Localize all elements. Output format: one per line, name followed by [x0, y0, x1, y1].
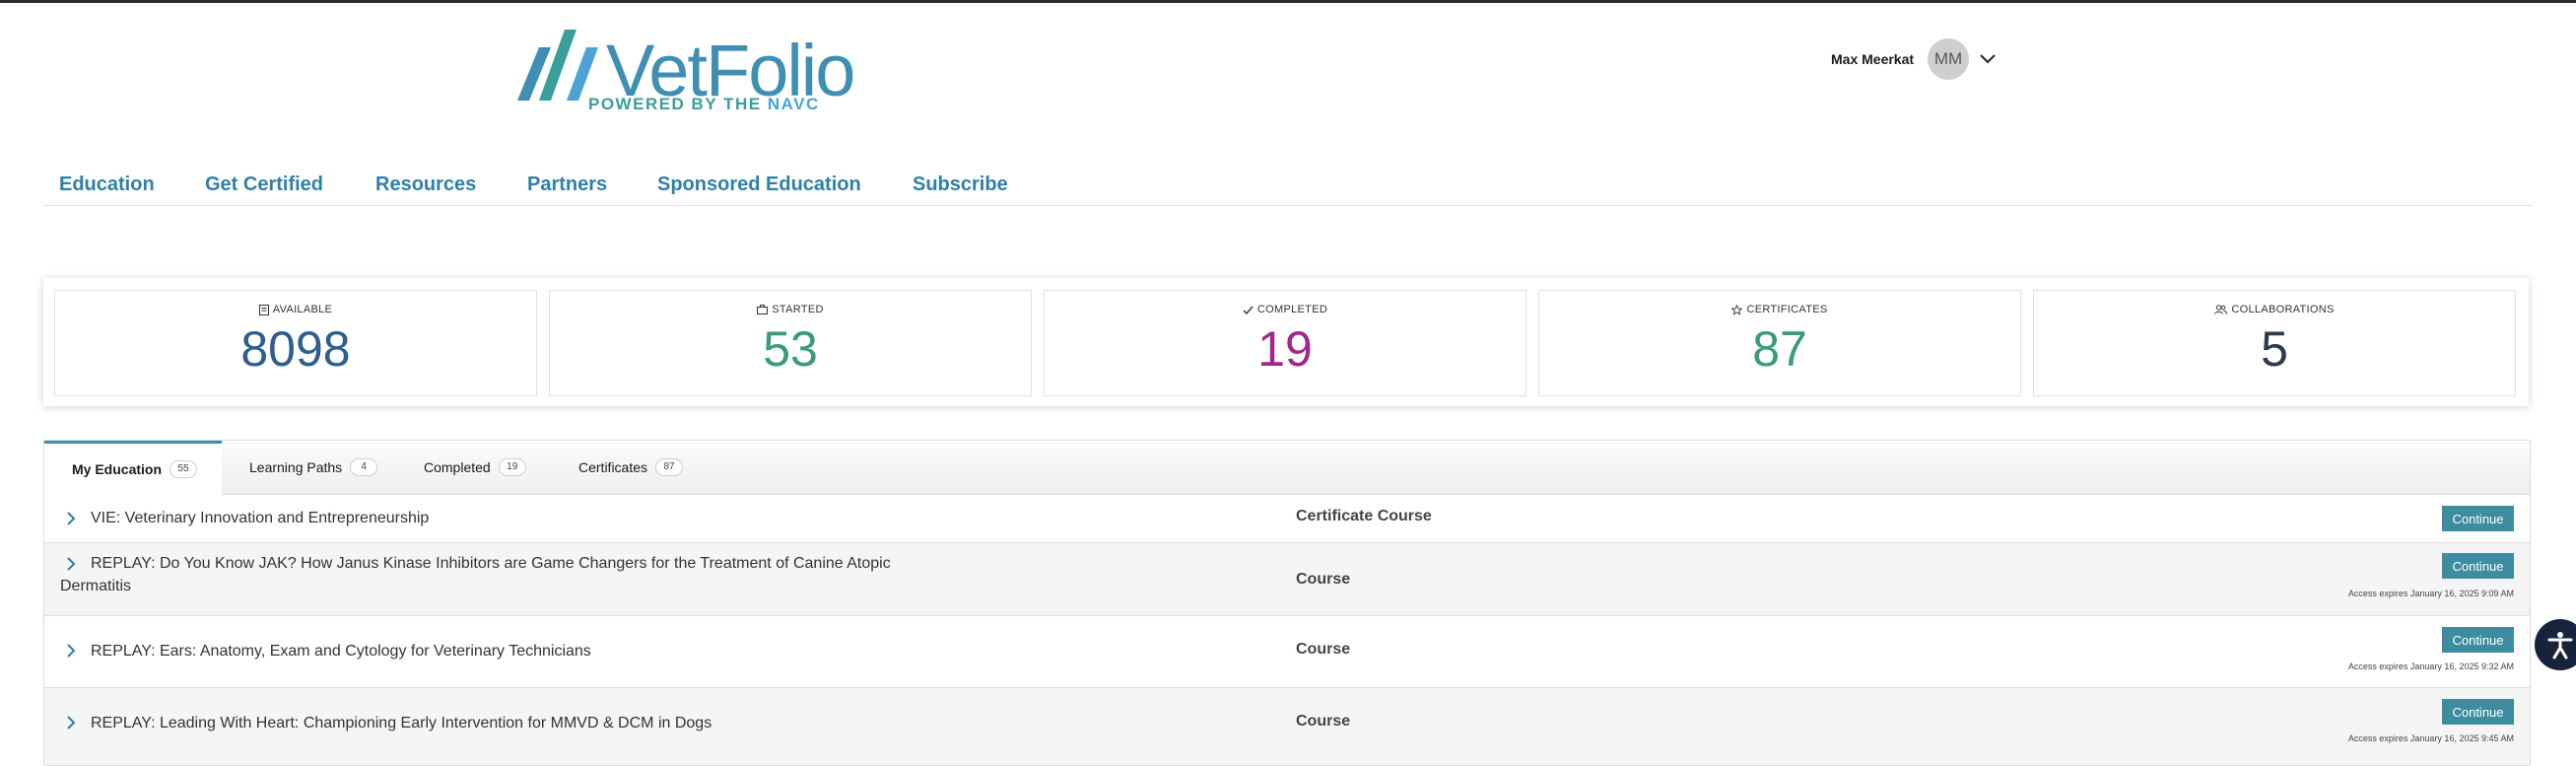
stat-started[interactable]: STARTED 53: [549, 290, 1032, 396]
continue-button[interactable]: Continue: [2442, 553, 2514, 579]
stat-label: STARTED: [772, 304, 824, 315]
stat-available[interactable]: AVAILABLE 8098: [54, 290, 537, 396]
chevron-right-icon[interactable]: [64, 512, 78, 525]
tab-count-badge: 87: [655, 458, 684, 476]
course-type: Course: [1296, 713, 1351, 730]
continue-button[interactable]: Continue: [2442, 506, 2514, 531]
access-expiry: Access expires January 16, 2025 9:09 AM: [2347, 589, 2514, 598]
chevron-right-icon[interactable]: [64, 716, 78, 730]
users-icon: [2214, 305, 2228, 314]
access-expiry: Access expires January 16, 2025 9:45 AM: [2347, 733, 2514, 743]
stat-completed[interactable]: COMPLETED 19: [1044, 290, 1526, 396]
tab-completed[interactable]: Completed 19: [424, 441, 526, 494]
access-expiry: Access expires January 16, 2025 9:32 AM: [2347, 662, 2514, 671]
tab-label: Learning Paths: [249, 459, 343, 475]
stat-label: COLLABORATIONS: [2231, 304, 2335, 315]
stat-value: 53: [763, 321, 818, 377]
logo-tagline: POWERED BY THE NAVC: [588, 95, 820, 114]
continue-button[interactable]: Continue: [2442, 627, 2514, 653]
tab-certificates[interactable]: Certificates 87: [578, 441, 684, 494]
tab-label: My Education: [72, 461, 163, 477]
stat-value: 19: [1257, 321, 1313, 377]
course-title[interactable]: VIE: Veterinary Innovation and Entrepren…: [91, 507, 429, 529]
top-border: [0, 0, 2576, 3]
nav-resources[interactable]: Resources: [375, 174, 476, 196]
course-row[interactable]: VIE: Veterinary Innovation and Entrepren…: [44, 494, 2530, 543]
course-row[interactable]: REPLAY: Do You Know JAK? How Janus Kinas…: [44, 543, 2530, 616]
course-type: Course: [1296, 571, 1351, 588]
stat-label: CERTIFICATES: [1746, 304, 1828, 315]
user-name: Max Meerkat: [1831, 51, 1915, 67]
tab-my-education[interactable]: My Education 55: [44, 441, 222, 495]
nav-subscribe[interactable]: Subscribe: [913, 174, 1008, 196]
chevron-right-icon[interactable]: [64, 644, 78, 658]
stat-value: 87: [1752, 321, 1807, 377]
star-icon: [1731, 304, 1743, 315]
course-row[interactable]: REPLAY: Ears: Anatomy, Exam and Cytology…: [44, 616, 2530, 688]
briefcase-icon: [757, 305, 769, 314]
main-nav: Education Get Certified Resources Partne…: [43, 172, 2533, 206]
user-menu[interactable]: Max Meerkat MM: [1831, 37, 1999, 81]
course-title[interactable]: REPLAY: Do You Know JAK? How Janus Kinas…: [60, 552, 898, 597]
tab-learning-paths[interactable]: Learning Paths 4: [249, 441, 378, 494]
stat-value: 5: [2261, 321, 2288, 377]
nav-sponsored-education[interactable]: Sponsored Education: [657, 174, 861, 196]
course-title[interactable]: REPLAY: Leading With Heart: Championing …: [91, 712, 712, 734]
check-icon: [1243, 306, 1254, 314]
stats-panel: AVAILABLE 8098 STARTED 53 COMPLETED 19 C…: [43, 278, 2529, 406]
accessibility-icon: [2547, 632, 2573, 660]
course-type: Certificate Course: [1296, 508, 1432, 524]
tab-count-badge: 19: [498, 458, 526, 476]
nav-get-certified[interactable]: Get Certified: [205, 174, 323, 196]
accessibility-button[interactable]: [2535, 619, 2576, 670]
continue-button[interactable]: Continue: [2442, 699, 2514, 725]
tab-count-badge: 55: [169, 460, 198, 478]
course-title[interactable]: REPLAY: Ears: Anatomy, Exam and Cytology…: [91, 640, 591, 662]
stat-label: AVAILABLE: [272, 304, 333, 315]
tab-count-badge: 4: [350, 458, 378, 476]
tab-label: Completed: [424, 459, 491, 475]
avatar[interactable]: MM: [1928, 38, 1970, 80]
stat-value: 8098: [240, 321, 351, 377]
logo-tagline-prefix: POWERED BY THE: [588, 95, 768, 113]
course-row[interactable]: REPLAY: Leading With Heart: Championing …: [44, 688, 2530, 766]
stat-collaborations[interactable]: COLLABORATIONS 5: [2033, 290, 2516, 396]
chevron-down-icon[interactable]: [1977, 48, 1999, 70]
document-icon: [258, 304, 269, 315]
logo-tagline-brand: NAVC: [767, 95, 820, 113]
nav-education[interactable]: Education: [59, 174, 155, 196]
tab-bar: My Education 55 Learning Paths 4 Completed…: [44, 441, 2530, 495]
stat-certificates[interactable]: CERTIFICATES 87: [1538, 290, 2021, 396]
tab-label: Certificates: [578, 459, 648, 475]
education-panel: My Education 55 Learning Paths 4 Completed…: [43, 440, 2531, 766]
stat-label: COMPLETED: [1256, 304, 1328, 315]
course-type: Course: [1296, 641, 1351, 658]
nav-partners[interactable]: Partners: [527, 174, 607, 196]
vetfolio-logo[interactable]: VetFolio POWERED BY THE NAVC: [517, 28, 855, 116]
